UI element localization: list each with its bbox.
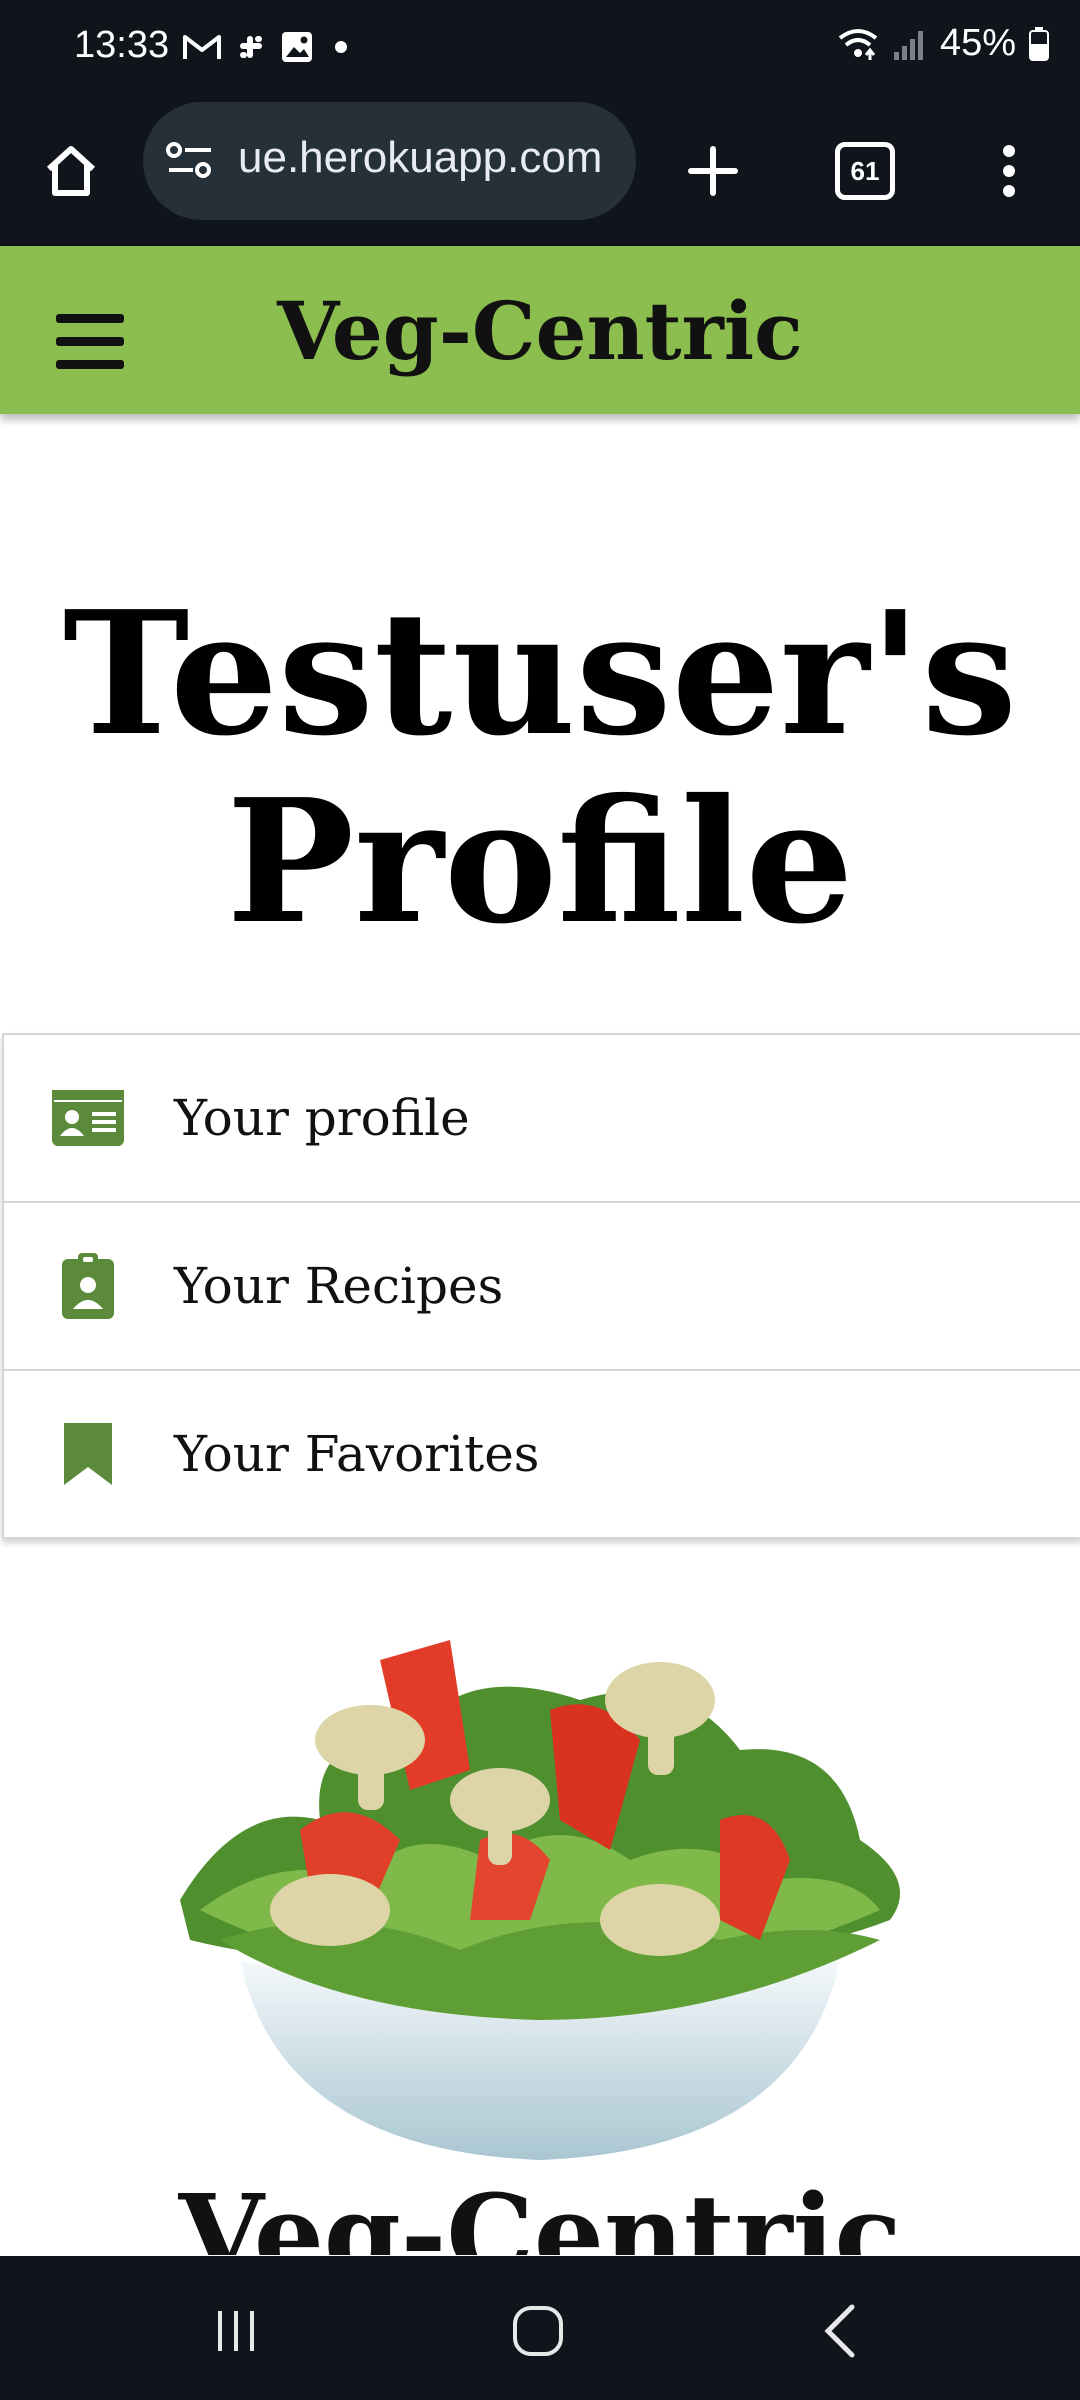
page-title: Testuser's Profile: [0, 580, 1080, 956]
tab-count: 61: [835, 142, 895, 200]
system-navigation-bar: [0, 2256, 1080, 2400]
page-title-line1: Testuser's: [62, 574, 1018, 774]
home-icon: [46, 146, 96, 196]
list-item-your-profile[interactable]: Your profile: [4, 1035, 1080, 1203]
recent-apps-icon: [218, 2311, 254, 2351]
notification-icons: [182, 30, 356, 64]
home-button[interactable]: [26, 126, 116, 216]
profile-menu-list: Your profile Your Recipes Your Favorites: [2, 1033, 1080, 1539]
list-item-label: Your profile: [174, 1089, 470, 1147]
clipboard-user-icon: [48, 1251, 128, 1321]
system-icons: 45%: [836, 22, 1050, 65]
site-settings-icon[interactable]: [165, 140, 215, 180]
recent-apps-button[interactable]: [196, 2296, 276, 2366]
browser-menu-button[interactable]: [964, 126, 1054, 216]
back-icon: [824, 2304, 855, 2358]
dot-icon: [335, 41, 347, 53]
status-time: 13:33: [74, 24, 170, 66]
battery-icon: [1029, 26, 1049, 61]
home-nav-button[interactable]: [498, 2296, 578, 2366]
wifi-icon: [838, 28, 878, 60]
salad-bowl-logo: [180, 1640, 900, 2160]
list-item-your-favorites[interactable]: Your Favorites: [4, 1371, 1080, 1537]
page-title-line2: Profile: [226, 762, 854, 962]
bookmark-icon: [48, 1419, 128, 1489]
site-title[interactable]: Veg-Centric: [0, 284, 1080, 378]
more-vert-icon: [1003, 145, 1015, 197]
new-tab-button[interactable]: [668, 126, 758, 216]
site-header: Veg-Centric: [0, 246, 1080, 414]
plus-icon: [688, 146, 738, 196]
list-item-label: Your Recipes: [174, 1257, 504, 1315]
gmail-icon: [183, 35, 221, 59]
address-bar[interactable]: ue.herokuapp.com: [143, 102, 636, 220]
tab-switcher-button[interactable]: 61: [820, 126, 910, 216]
gallery-icon: [282, 32, 312, 62]
list-item-your-recipes[interactable]: Your Recipes: [4, 1203, 1080, 1371]
list-item-label: Your Favorites: [174, 1425, 540, 1483]
id-card-icon: [48, 1083, 128, 1153]
back-button[interactable]: [800, 2296, 880, 2366]
home-circle-icon: [513, 2306, 563, 2356]
status-bar: 13:33 45%: [0, 0, 1080, 96]
battery-percent: 45%: [939, 22, 1016, 64]
url-text: ue.herokuapp.com: [238, 133, 603, 182]
slack-icon: [240, 36, 262, 58]
footer-logo-text: Veg-Centric: [178, 2170, 902, 2255]
browser-toolbar: ue.herokuapp.com 61: [0, 96, 1080, 246]
signal-icon: [893, 30, 923, 60]
